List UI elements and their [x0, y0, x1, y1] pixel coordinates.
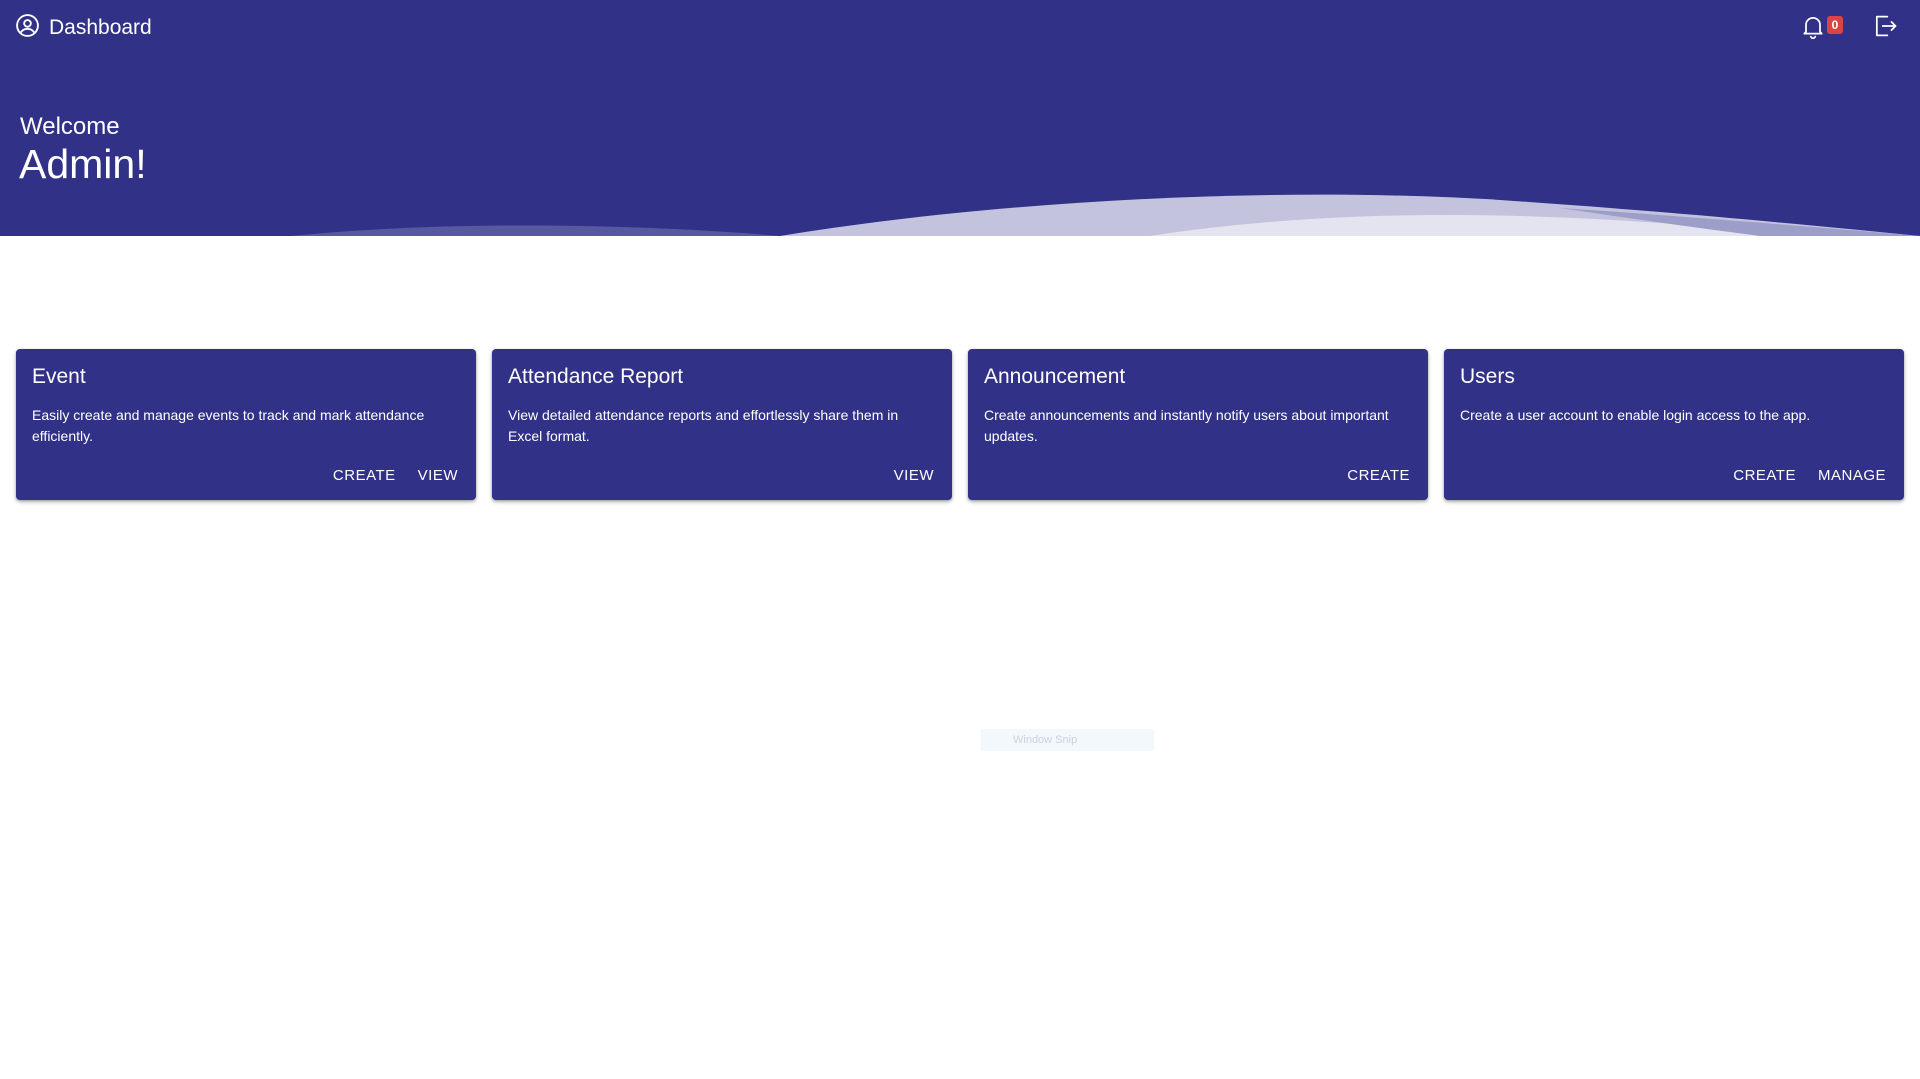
- app-title: Dashboard: [49, 16, 152, 39]
- card-description: Create announcements and instantly notif…: [984, 407, 1389, 444]
- card-title: Announcement: [984, 365, 1126, 388]
- attendance-report-view-button[interactable]: VIEW: [886, 461, 942, 490]
- card-event: Event Easily create and manage events to…: [16, 349, 476, 500]
- card-description: Create a user account to enable login ac…: [1460, 407, 1811, 423]
- card-attendance-report: Attendance Report View detailed attendan…: [492, 349, 952, 500]
- account-circle-icon: [15, 13, 40, 43]
- top-app-bar: Dashboard 0: [0, 0, 1920, 56]
- card-title: Event: [32, 365, 86, 388]
- event-view-button[interactable]: VIEW: [410, 461, 466, 490]
- header-banner: Dashboard 0 Welcome Admin!: [0, 0, 1920, 236]
- notifications-button[interactable]: 0: [1799, 12, 1843, 42]
- welcome-text: Welcome: [20, 113, 120, 140]
- header-wave-decoration: [290, 194, 1920, 236]
- logout-icon: [1871, 15, 1899, 44]
- dashboard-home-link[interactable]: Dashboard: [15, 13, 152, 43]
- logout-button[interactable]: [1871, 12, 1899, 40]
- card-description: Easily create and manage events to track…: [32, 407, 425, 444]
- notification-count-badge: 0: [1827, 16, 1843, 34]
- card-actions: VIEW: [886, 461, 942, 490]
- card-announcement: Announcement Create announcements and in…: [968, 349, 1428, 500]
- card-actions: CREATE VIEW: [325, 461, 466, 490]
- card-description: View detailed attendance reports and eff…: [508, 407, 899, 444]
- users-create-button[interactable]: CREATE: [1725, 461, 1804, 490]
- card-actions: CREATE: [1339, 461, 1418, 490]
- announcement-create-button[interactable]: CREATE: [1339, 461, 1418, 490]
- window-snip-overlay: Window Snip: [981, 729, 1154, 751]
- card-title: Users: [1460, 365, 1515, 388]
- users-manage-button[interactable]: MANAGE: [1810, 461, 1894, 490]
- event-create-button[interactable]: CREATE: [325, 461, 404, 490]
- card-actions: CREATE MANAGE: [1725, 461, 1894, 490]
- feature-cards: Event Easily create and manage events to…: [16, 349, 1904, 500]
- card-title: Attendance Report: [508, 365, 684, 388]
- card-users: Users Create a user account to enable lo…: [1444, 349, 1904, 500]
